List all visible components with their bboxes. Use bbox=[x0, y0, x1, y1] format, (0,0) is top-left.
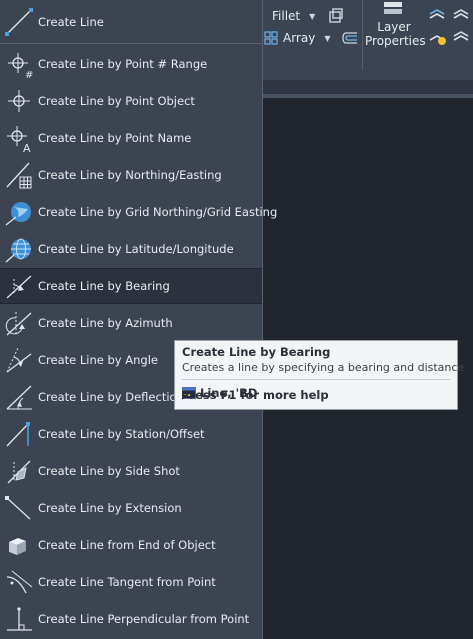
menu-item-label: Create Line by Bearing bbox=[38, 279, 170, 293]
menu-item-azimuth[interactable]: Create Line by Azimuth bbox=[0, 305, 262, 341]
menu-item-bearing[interactable]: Create Line by Bearing bbox=[0, 268, 262, 304]
menu-item-grid-northing-easting[interactable]: Create Line by Grid Northing/Grid Eastin… bbox=[0, 194, 277, 230]
layer-tool-icon-2[interactable] bbox=[452, 8, 470, 22]
create-line-dropdown-menu: Create Line # Create Line by Point # Ran… bbox=[0, 0, 277, 639]
azimuth-icon bbox=[4, 308, 34, 338]
end-of-object-icon bbox=[4, 530, 34, 560]
menu-item-label: Create Line by Northing/Easting bbox=[38, 168, 222, 182]
bearing-icon bbox=[4, 271, 34, 301]
layer-tool-icon-1[interactable] bbox=[428, 8, 446, 22]
extension-icon bbox=[4, 493, 34, 523]
array-label: Array bbox=[283, 31, 316, 45]
layer-properties-icon bbox=[384, 2, 402, 14]
menu-item-tangent[interactable]: Create Line Tangent from Point bbox=[0, 564, 262, 600]
tooltip-help-line: Press F1 for more help bbox=[181, 388, 329, 402]
svg-text:A: A bbox=[23, 142, 31, 153]
menu-item-label: Create Line bbox=[38, 14, 104, 29]
menu-item-label: Create Line by Point Object bbox=[38, 94, 195, 108]
angle-icon bbox=[4, 345, 34, 375]
fillet-dropdown-icon[interactable]: ▼ bbox=[309, 12, 315, 21]
menu-item-label: Create Line Tangent from Point bbox=[38, 575, 216, 589]
layer-freeze-icon[interactable] bbox=[428, 30, 448, 46]
layer-lock-icon[interactable] bbox=[452, 30, 472, 46]
latlong-globe-icon bbox=[4, 234, 34, 264]
menu-item-label: Create Line by Angle bbox=[38, 353, 158, 367]
layer-properties-label-1: Layer bbox=[377, 20, 411, 34]
svg-text:#: # bbox=[25, 70, 33, 79]
menu-item-label: Create Line Perpendicular from Point bbox=[38, 612, 250, 626]
menu-item-extension[interactable]: Create Line by Extension bbox=[0, 490, 262, 526]
menu-item-perpendicular[interactable]: Create Line Perpendicular from Point bbox=[0, 601, 262, 637]
menu-item-label: Create Line by Extension bbox=[38, 501, 182, 515]
menu-item-point-range[interactable]: # Create Line by Point # Range bbox=[0, 46, 262, 82]
array-icon bbox=[264, 31, 278, 45]
menu-item-label: Create Line from End of Object bbox=[38, 538, 216, 552]
menu-item-label: Create Line by Deflection bbox=[38, 390, 184, 404]
menu-item-label: Create Line by Azimuth bbox=[38, 316, 173, 330]
menu-item-point-name[interactable]: A Create Line by Point Name bbox=[0, 120, 262, 156]
array-dropdown-icon[interactable]: ▼ bbox=[324, 34, 330, 43]
menu-item-label: Create Line by Grid Northing/Grid Eastin… bbox=[38, 205, 278, 219]
array-button[interactable]: Array ▼ bbox=[264, 28, 359, 48]
tooltip-description: Creates a line by specifying a bearing a… bbox=[182, 361, 465, 374]
grid-globe-icon bbox=[4, 197, 34, 227]
perpendicular-icon bbox=[4, 604, 34, 634]
menu-item-label: Create Line by Station/Offset bbox=[38, 427, 205, 441]
menu-item-side-shot[interactable]: Create Line by Side Shot bbox=[0, 453, 262, 489]
offset-icon[interactable] bbox=[341, 31, 359, 45]
point-name-icon: A bbox=[4, 123, 34, 153]
fillet-button[interactable]: Fillet ▼ bbox=[272, 6, 344, 26]
line-icon bbox=[4, 7, 34, 37]
menu-item-create-line[interactable]: Create Line bbox=[0, 0, 262, 44]
fillet-label: Fillet bbox=[272, 9, 301, 23]
menu-item-station-offset[interactable]: Create Line by Station/Offset bbox=[0, 416, 262, 452]
layer-properties-label-2: Properties bbox=[365, 34, 426, 48]
point-range-icon: # bbox=[4, 49, 34, 79]
deflection-icon bbox=[4, 382, 34, 412]
fillet-side-icon[interactable] bbox=[328, 8, 344, 24]
menu-item-label: Create Line by Side Shot bbox=[38, 464, 180, 478]
menu-item-label: Create Line by Point Name bbox=[38, 131, 192, 145]
menu-item-label: Create Line by Latitude/Longitude bbox=[38, 242, 234, 256]
layer-properties-button[interactable]: Layer Properties bbox=[365, 0, 426, 48]
menu-item-northing-easting[interactable]: Create Line by Northing/Easting bbox=[0, 157, 262, 193]
side-shot-icon bbox=[4, 456, 34, 486]
menu-item-label: Create Line by Point # Range bbox=[38, 57, 208, 71]
tooltip-title: Create Line by Bearing bbox=[182, 345, 331, 359]
tooltip-divider bbox=[182, 379, 450, 380]
menu-item-end-of-object[interactable]: Create Line from End of Object bbox=[0, 527, 262, 563]
station-offset-icon bbox=[4, 419, 34, 449]
ribbon-separator bbox=[362, 0, 363, 70]
tangent-icon bbox=[4, 567, 34, 597]
point-object-icon bbox=[4, 86, 34, 116]
northing-easting-icon bbox=[4, 160, 34, 190]
menu-item-point-object[interactable]: Create Line by Point Object bbox=[0, 83, 262, 119]
menu-item-latitude-longitude[interactable]: Create Line by Latitude/Longitude bbox=[0, 231, 262, 267]
